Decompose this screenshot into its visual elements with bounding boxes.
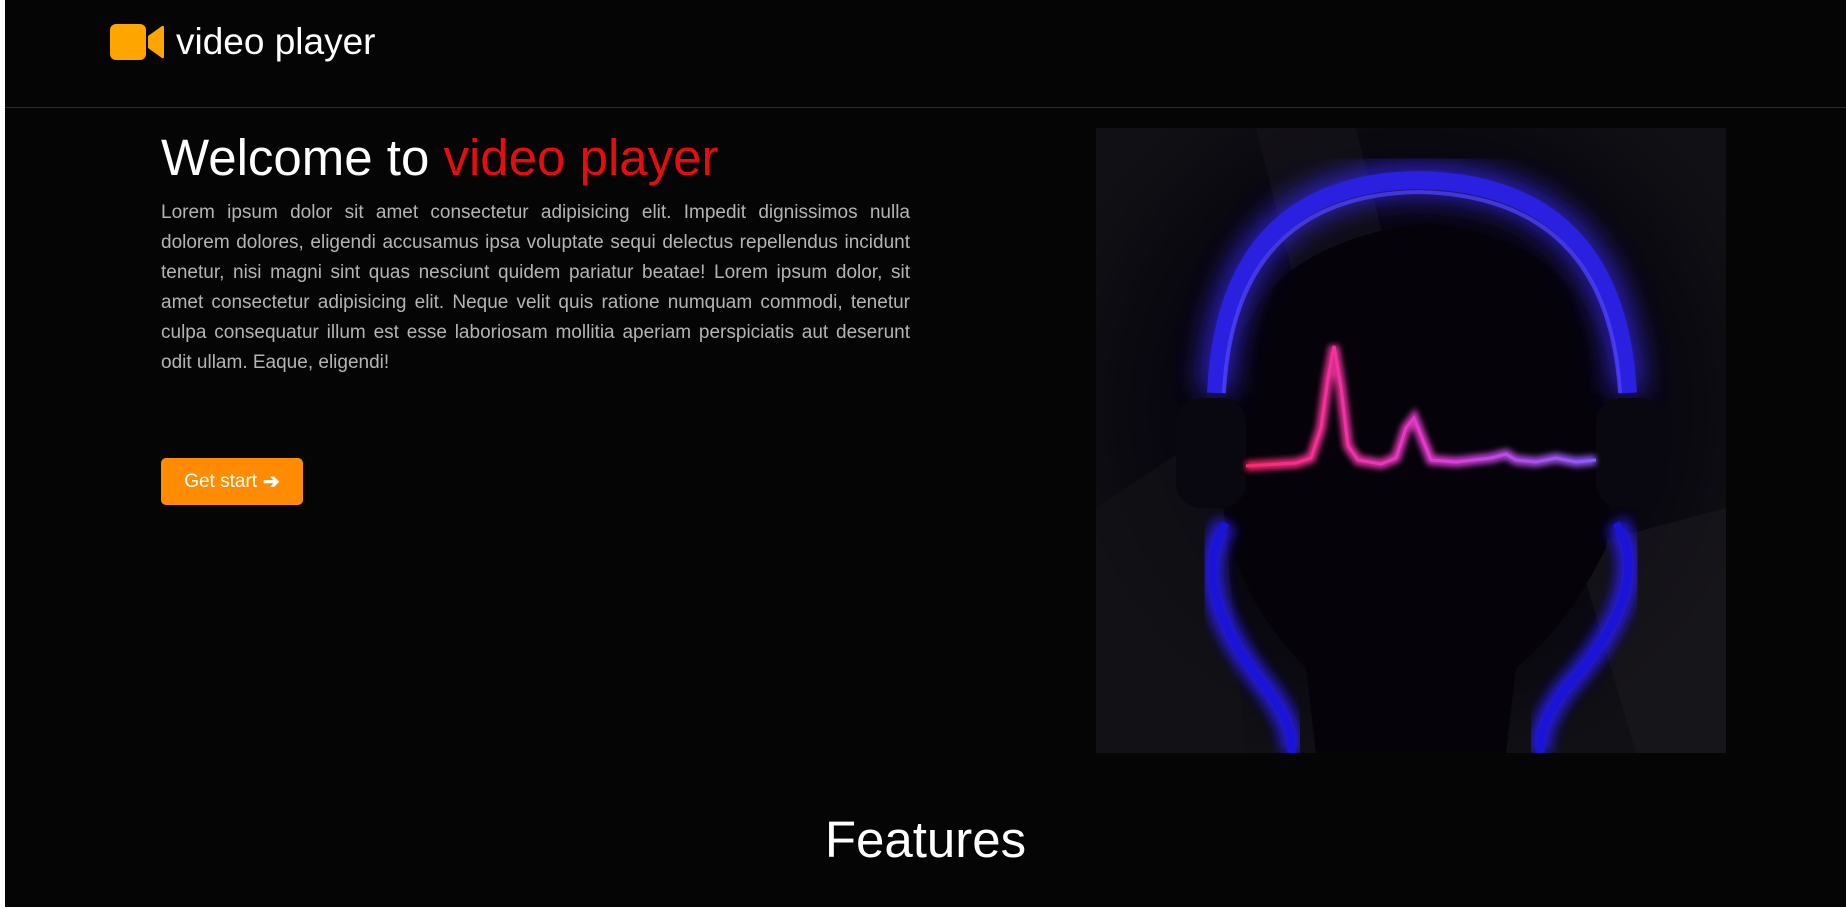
get-start-button[interactable]: Get start ➔ — [161, 458, 303, 505]
video-camera-icon — [110, 24, 164, 60]
hero-section: Welcome to video player Lorem ipsum dolo… — [161, 128, 910, 378]
page: video player Welcome to video player Lor… — [5, 0, 1846, 907]
hero-title: Welcome to video player — [161, 128, 910, 188]
site-header: video player — [5, 0, 1846, 108]
brand-name: video player — [176, 21, 376, 62]
headphones-soundwave-illustration — [1096, 128, 1726, 753]
features-title: Features — [824, 811, 1027, 868]
hero-description: Lorem ipsum dolor sit amet consectetur a… — [161, 202, 910, 373]
hero-title-prefix: Welcome to — [161, 129, 444, 186]
get-start-label: Get start — [184, 470, 258, 492]
hero-title-accent: video player — [443, 129, 719, 186]
arrow-right-icon: ➔ — [263, 471, 280, 493]
brand-link[interactable]: video player — [110, 20, 376, 64]
hero-image — [1096, 128, 1726, 753]
